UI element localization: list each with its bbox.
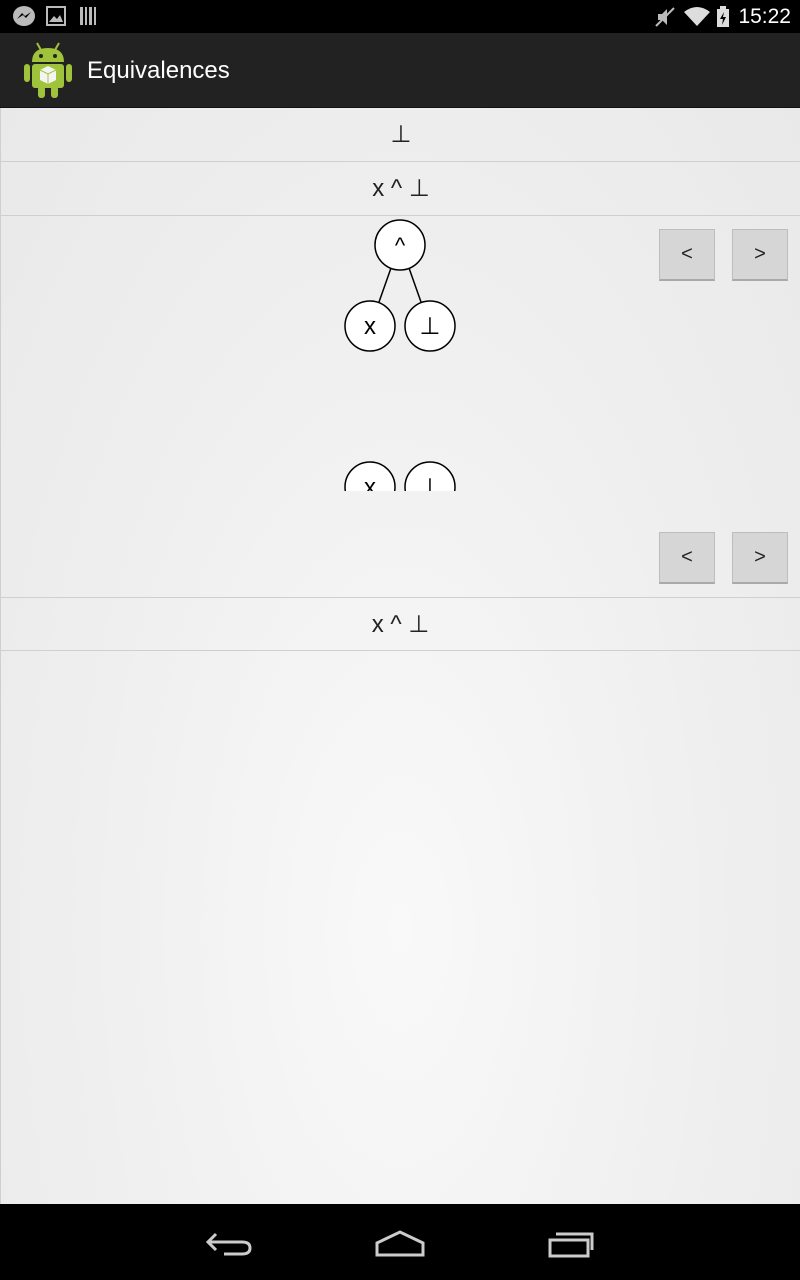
action-bar: Equivalences	[0, 33, 800, 109]
back-icon[interactable]	[204, 1228, 254, 1258]
tree-top-root: ^	[395, 233, 406, 258]
recents-icon[interactable]	[546, 1228, 596, 1258]
tree-top: ^ x ⊥	[344, 219, 456, 352]
expression-tree-view: ^ x ⊥ x ⊥ ^	[344, 219, 456, 491]
tree-bottom-next-button[interactable]: >	[732, 532, 788, 584]
messenger-icon	[13, 6, 35, 26]
content-area: ⊥ x ^ ⊥ ^ x ⊥ x ⊥ < > < >	[0, 108, 800, 1204]
tree-top-prev-button[interactable]: <	[659, 229, 715, 281]
tree-bottom: x ⊥ ^	[344, 461, 456, 491]
barcode-icon	[80, 7, 96, 25]
mute-icon	[655, 7, 675, 27]
tree-top-right: ⊥	[420, 312, 441, 340]
formula-text: x ^ ⊥	[371, 610, 430, 638]
tree-bottom-right: ⊥	[420, 473, 441, 491]
formula-row-result[interactable]: x ^ ⊥	[0, 598, 800, 651]
image-icon	[46, 6, 66, 26]
system-nav-bar	[0, 1204, 800, 1280]
tree-top-next-button[interactable]: >	[732, 229, 788, 281]
android-app-icon[interactable]	[22, 40, 74, 100]
home-icon[interactable]	[374, 1228, 426, 1258]
status-bar: 15:22	[0, 0, 800, 33]
tree-bottom-prev-button[interactable]: <	[659, 532, 715, 584]
app-title: Equivalences	[87, 57, 230, 84]
wifi-icon	[684, 7, 710, 26]
tree-panel: ^ x ⊥ x ⊥ ^ < > < >	[1, 216, 800, 598]
tree-bottom-left: x	[364, 474, 376, 491]
battery-icon	[717, 6, 729, 27]
status-time: 15:22	[738, 5, 791, 28]
tree-top-left: x	[364, 313, 376, 340]
